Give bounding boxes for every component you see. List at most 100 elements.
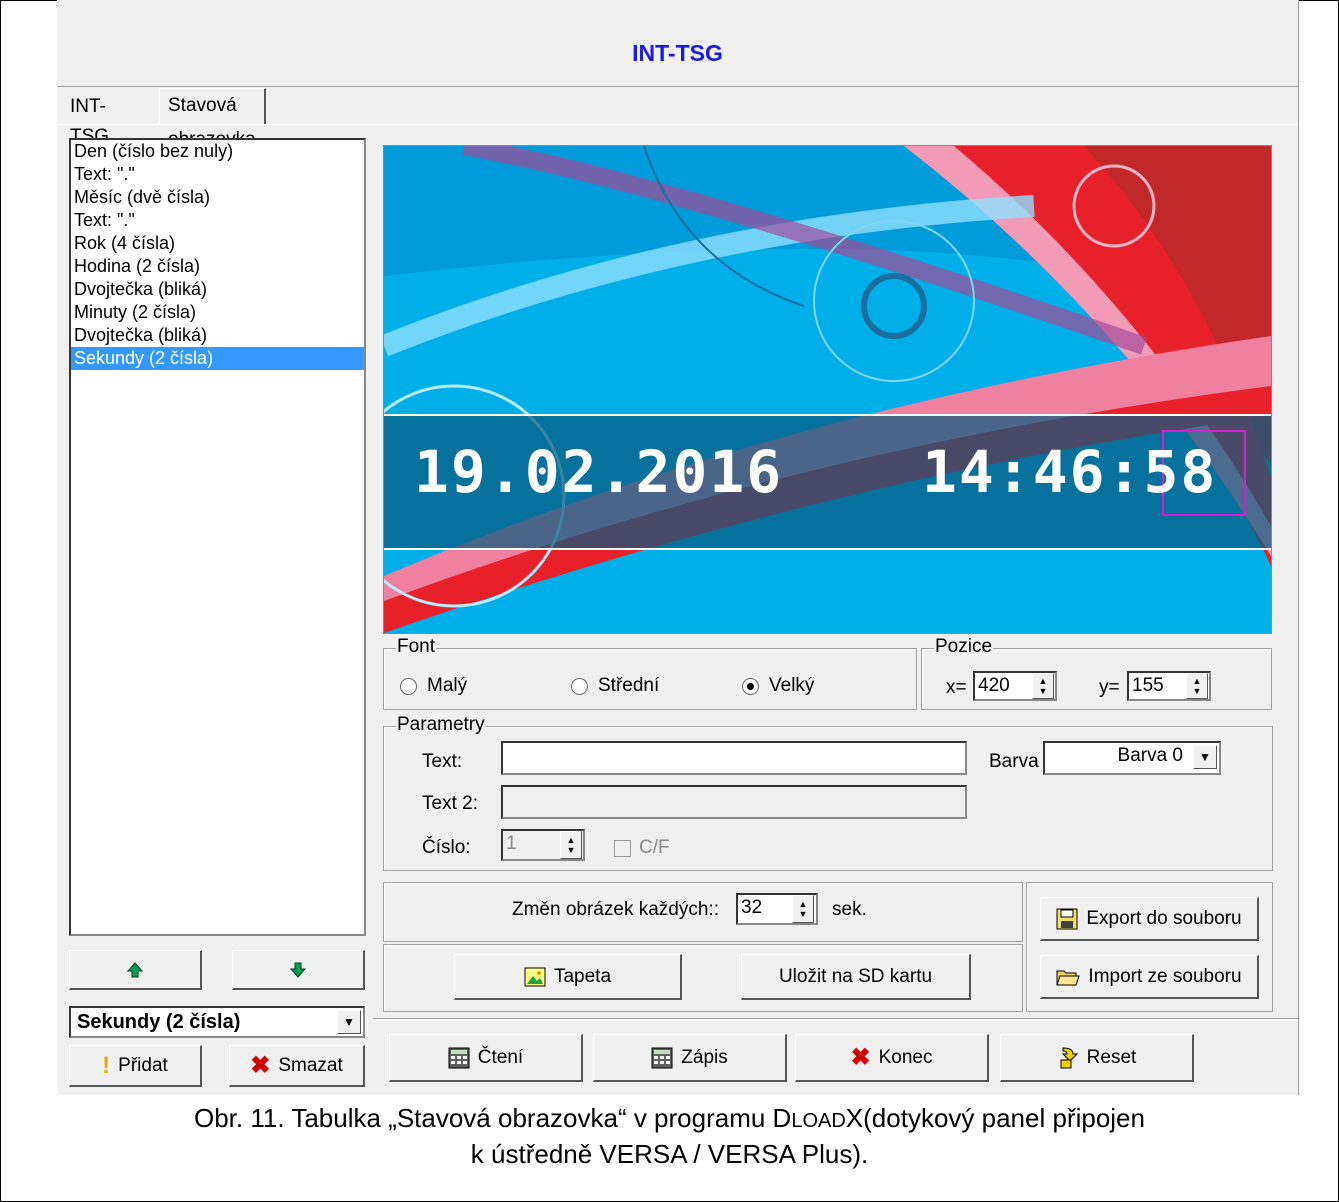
element-type-value: Sekundy (2 čísla) xyxy=(77,1011,241,1033)
number-label: Číslo: xyxy=(422,837,471,858)
caption-suffix: X(dotykový panel připojen xyxy=(845,1103,1145,1133)
move-up-button[interactable] xyxy=(69,950,202,990)
change-image-spinner[interactable]: ▲ ▼ xyxy=(792,895,814,923)
write-label: Zápis xyxy=(681,1046,728,1068)
color-label: Barva xyxy=(989,751,1039,772)
font-group: Font Malý Střední Velký xyxy=(383,636,917,710)
arrow-up-icon xyxy=(126,961,144,977)
list-item-selected[interactable]: Sekundy (2 čísla) xyxy=(71,347,364,370)
delete-button[interactable]: ✖ Smazat xyxy=(229,1045,365,1087)
image-icon xyxy=(524,967,546,986)
wallpaper-label: Tapeta xyxy=(553,965,612,987)
wallpaper-button[interactable]: Tapeta xyxy=(454,954,682,1000)
font-radio-small[interactable]: Malý xyxy=(400,675,467,697)
import-label: Import ze souboru xyxy=(1088,965,1242,987)
parameters-group: Parametry Text: Text 2: Číslo: 1 ▲ ▼ C/F … xyxy=(383,714,1273,871)
preview-hours-minutes: 14:46: xyxy=(922,438,1144,506)
exclamation-icon: ! xyxy=(102,1051,111,1079)
x-label: x= xyxy=(946,677,967,698)
list-item[interactable]: Text: "." xyxy=(71,163,364,186)
list-item[interactable]: Měsíc (dvě čísla) xyxy=(71,186,364,209)
list-item[interactable]: Text: "." xyxy=(71,209,364,232)
caption-smallcaps: LOAD xyxy=(791,1110,846,1132)
element-type-select[interactable]: Sekundy (2 čísla) ▼ xyxy=(69,1006,365,1038)
radio-selected-icon xyxy=(742,677,759,695)
number-spinner[interactable]: ▲ ▼ xyxy=(560,831,582,859)
font-radio-medium-label: Střední xyxy=(598,675,660,696)
text-label: Text: xyxy=(422,751,463,772)
calculator-icon xyxy=(651,1047,673,1068)
x-value: 420 xyxy=(978,675,1010,696)
text-input[interactable] xyxy=(501,741,967,775)
chevron-down-icon[interactable]: ▼ xyxy=(337,1010,361,1034)
list-item[interactable]: Den (číslo bez nuly) xyxy=(71,140,364,163)
figure-caption-line2: k ústředně VERSA / VERSA Plus). xyxy=(470,1139,869,1169)
screen-preview[interactable]: 19.02.2016 14:46:58 xyxy=(383,145,1272,634)
export-button[interactable]: Export do souboru xyxy=(1040,897,1259,941)
color-select[interactable]: Barva 0 ▼ xyxy=(1043,741,1221,775)
y-spinner[interactable]: ▲ ▼ xyxy=(1186,673,1208,699)
reset-icon xyxy=(1060,1046,1078,1068)
tab-stavova-obrazovka[interactable]: Stavová obrazovka xyxy=(159,88,266,150)
title-bar: INT-TSG xyxy=(57,0,1298,87)
reset-label: Reset xyxy=(1086,1046,1137,1068)
checkbox-icon xyxy=(614,839,631,857)
elements-list[interactable]: Den (číslo bez nuly) Text: "." Měsíc (dv… xyxy=(69,138,366,936)
app-window: INT-TSG INT-TSG Stavová obrazovka Den (č… xyxy=(57,0,1299,1095)
font-radio-large-label: Velký xyxy=(769,675,815,696)
change-image-unit: sek. xyxy=(832,899,867,920)
calculator-icon xyxy=(448,1047,470,1068)
export-label: Export do souboru xyxy=(1086,907,1242,929)
y-value: 155 xyxy=(1132,675,1164,696)
cf-label: C/F xyxy=(639,837,670,858)
delete-button-label: Smazat xyxy=(278,1054,343,1076)
wallpaper-group: Tapeta Uložit na SD kartu xyxy=(383,944,1023,1012)
close-x-icon: ✖ xyxy=(850,1044,871,1071)
color-value: Barva 0 xyxy=(1117,745,1183,766)
font-radio-large[interactable]: Velký xyxy=(742,675,814,697)
change-image-label: Změn obrázek každých:: xyxy=(512,899,719,920)
preview-seconds[interactable]: 58 xyxy=(1144,438,1218,506)
open-folder-icon xyxy=(1056,970,1081,985)
floppy-disk-icon xyxy=(1056,908,1078,929)
end-button[interactable]: ✖ Konec xyxy=(795,1034,989,1082)
parameters-group-label: Parametry xyxy=(396,714,486,736)
text2-input[interactable] xyxy=(501,785,967,819)
x-spinner[interactable]: ▲ ▼ xyxy=(1032,673,1054,699)
delete-x-icon: ✖ xyxy=(250,1052,271,1079)
preview-date: 19.02.2016 xyxy=(414,438,784,506)
window-title: INT-TSG xyxy=(632,40,723,66)
read-label: Čtení xyxy=(477,1046,524,1068)
read-button[interactable]: Čtení xyxy=(389,1034,583,1082)
font-group-label: Font xyxy=(396,636,437,658)
preview-time: 14:46:58 xyxy=(922,438,1217,506)
write-button[interactable]: Zápis xyxy=(593,1034,787,1082)
save-sd-button[interactable]: Uložit na SD kartu xyxy=(741,954,971,1000)
wallpaper-image xyxy=(384,146,1271,633)
radio-icon xyxy=(571,677,588,695)
save-sd-label: Uložit na SD kartu xyxy=(778,965,933,987)
file-group: Export do souboru Import ze souboru xyxy=(1026,882,1273,1012)
import-button[interactable]: Import ze souboru xyxy=(1040,955,1259,999)
radio-icon xyxy=(400,677,417,695)
tab-int-tsg[interactable]: INT-TSG xyxy=(62,92,117,147)
position-group-label: Pozice xyxy=(934,636,994,658)
font-radio-medium[interactable]: Střední xyxy=(571,675,659,697)
bottom-divider xyxy=(373,1018,1298,1021)
cf-checkbox[interactable]: C/F xyxy=(614,837,670,859)
change-image-group: Změn obrázek každých:: 32 ▲ ▼ sek. xyxy=(383,882,1023,942)
move-down-button[interactable] xyxy=(232,950,365,990)
y-label: y= xyxy=(1099,677,1120,698)
list-item[interactable]: Rok (4 čísla) xyxy=(71,232,364,255)
list-item[interactable]: Dvojtečka (bliká) xyxy=(71,324,364,347)
list-item[interactable]: Minuty (2 čísla) xyxy=(71,301,364,324)
reset-button[interactable]: Reset xyxy=(1000,1034,1194,1082)
end-label: Konec xyxy=(878,1046,933,1068)
list-item[interactable]: Hodina (2 čísla) xyxy=(71,255,364,278)
caption-prefix: Obr. 11. Tabulka „Stavová obrazovka“ v p… xyxy=(194,1103,792,1133)
add-button[interactable]: ! Přidat xyxy=(69,1045,202,1087)
list-item[interactable]: Dvojtečka (bliká) xyxy=(71,278,364,301)
font-radio-small-label: Malý xyxy=(427,675,468,696)
number-value: 1 xyxy=(506,833,517,854)
chevron-down-icon[interactable]: ▼ xyxy=(1193,745,1217,769)
